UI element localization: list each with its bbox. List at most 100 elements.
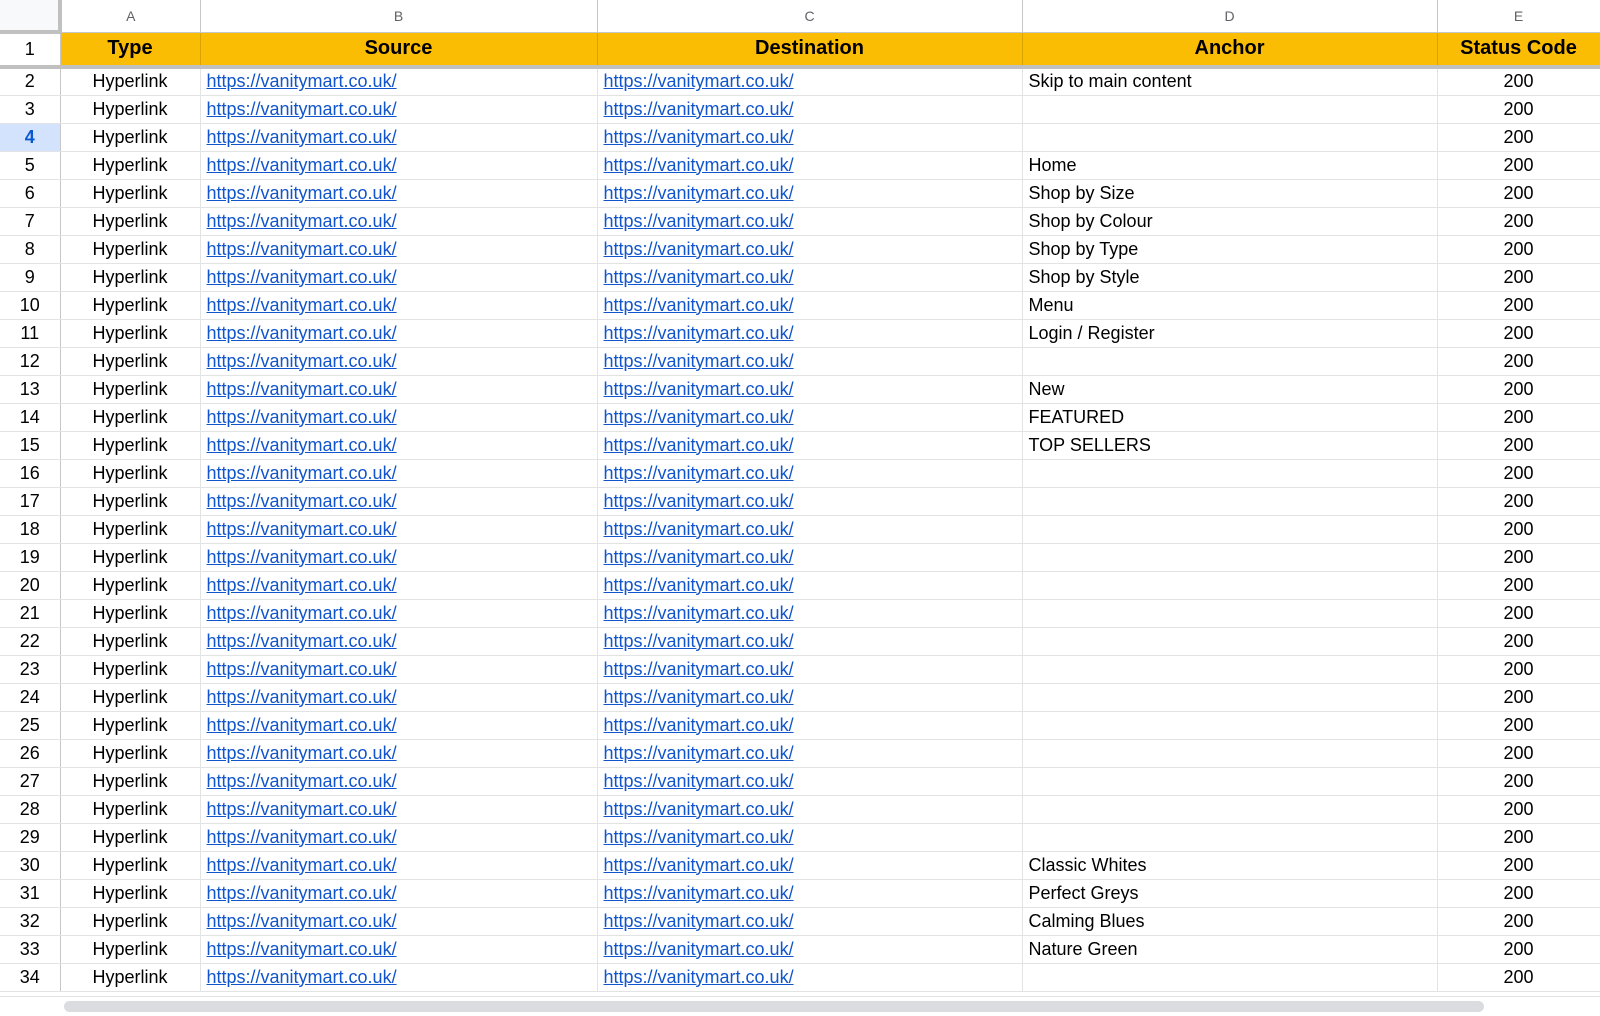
cell-anchor[interactable] bbox=[1022, 683, 1438, 712]
source-link[interactable]: https://vanitymart.co.uk/ bbox=[207, 911, 397, 931]
destination-link[interactable]: https://vanitymart.co.uk/ bbox=[604, 659, 794, 679]
cell-type[interactable]: Hyperlink bbox=[60, 683, 201, 712]
source-link[interactable]: https://vanitymart.co.uk/ bbox=[207, 239, 397, 259]
cell-anchor[interactable] bbox=[1022, 571, 1438, 600]
cell-anchor[interactable] bbox=[1022, 543, 1438, 572]
cell-destination[interactable]: https://vanitymart.co.uk/ bbox=[597, 347, 1023, 376]
destination-link[interactable]: https://vanitymart.co.uk/ bbox=[604, 799, 794, 819]
cell-destination[interactable]: https://vanitymart.co.uk/ bbox=[597, 963, 1023, 992]
destination-link[interactable]: https://vanitymart.co.uk/ bbox=[604, 715, 794, 735]
cell-anchor[interactable] bbox=[1022, 347, 1438, 376]
cell-anchor[interactable] bbox=[1022, 627, 1438, 656]
source-link[interactable]: https://vanitymart.co.uk/ bbox=[207, 687, 397, 707]
cell-destination[interactable]: https://vanitymart.co.uk/ bbox=[597, 459, 1023, 488]
destination-link[interactable]: https://vanitymart.co.uk/ bbox=[604, 239, 794, 259]
cell-source[interactable]: https://vanitymart.co.uk/ bbox=[200, 683, 598, 712]
cell-status-code[interactable]: 200 bbox=[1437, 291, 1600, 320]
row-number[interactable]: 28 bbox=[0, 795, 61, 824]
cell-destination[interactable]: https://vanitymart.co.uk/ bbox=[597, 711, 1023, 740]
cell-status-code[interactable]: 200 bbox=[1437, 431, 1600, 460]
destination-link[interactable]: https://vanitymart.co.uk/ bbox=[604, 743, 794, 763]
cell-type[interactable]: Hyperlink bbox=[60, 487, 201, 516]
cell-type[interactable]: Hyperlink bbox=[60, 851, 201, 880]
row-number[interactable]: 22 bbox=[0, 627, 61, 656]
cell-status-code[interactable]: 200 bbox=[1437, 907, 1600, 936]
cell-status-code[interactable]: 200 bbox=[1437, 543, 1600, 572]
destination-link[interactable]: https://vanitymart.co.uk/ bbox=[604, 127, 794, 147]
cell-source[interactable]: https://vanitymart.co.uk/ bbox=[200, 935, 598, 964]
cell-destination[interactable]: https://vanitymart.co.uk/ bbox=[597, 851, 1023, 880]
cell-destination[interactable]: https://vanitymart.co.uk/ bbox=[597, 935, 1023, 964]
cell-anchor[interactable]: Calming Blues bbox=[1022, 907, 1438, 936]
source-link[interactable]: https://vanitymart.co.uk/ bbox=[207, 127, 397, 147]
source-link[interactable]: https://vanitymart.co.uk/ bbox=[207, 771, 397, 791]
cell-anchor[interactable]: TOP SELLERS bbox=[1022, 431, 1438, 460]
destination-link[interactable]: https://vanitymart.co.uk/ bbox=[604, 71, 794, 91]
cell-source[interactable]: https://vanitymart.co.uk/ bbox=[200, 851, 598, 880]
cell-destination[interactable]: https://vanitymart.co.uk/ bbox=[597, 599, 1023, 628]
cell-type[interactable]: Hyperlink bbox=[60, 795, 201, 824]
destination-link[interactable]: https://vanitymart.co.uk/ bbox=[604, 99, 794, 119]
source-link[interactable]: https://vanitymart.co.uk/ bbox=[207, 603, 397, 623]
row-number[interactable]: 26 bbox=[0, 739, 61, 768]
cell-anchor[interactable] bbox=[1022, 123, 1438, 152]
cell-destination[interactable]: https://vanitymart.co.uk/ bbox=[597, 263, 1023, 292]
cell-source[interactable]: https://vanitymart.co.uk/ bbox=[200, 319, 598, 348]
cell-status-code[interactable]: 200 bbox=[1437, 655, 1600, 684]
row-number[interactable]: 21 bbox=[0, 599, 61, 628]
cell-status-code[interactable]: 200 bbox=[1437, 179, 1600, 208]
cell-destination[interactable]: https://vanitymart.co.uk/ bbox=[597, 823, 1023, 852]
cell-anchor[interactable] bbox=[1022, 459, 1438, 488]
cell-source[interactable]: https://vanitymart.co.uk/ bbox=[200, 739, 598, 768]
cell-anchor[interactable] bbox=[1022, 711, 1438, 740]
cell-destination[interactable]: https://vanitymart.co.uk/ bbox=[597, 907, 1023, 936]
column-header-d[interactable]: D bbox=[1022, 0, 1438, 33]
cell-destination[interactable]: https://vanitymart.co.uk/ bbox=[597, 291, 1023, 320]
cell-destination[interactable]: https://vanitymart.co.uk/ bbox=[597, 767, 1023, 796]
cell-status-code[interactable]: 200 bbox=[1437, 963, 1600, 992]
cell-source[interactable]: https://vanitymart.co.uk/ bbox=[200, 823, 598, 852]
cell-anchor[interactable]: Classic Whites bbox=[1022, 851, 1438, 880]
cell-anchor[interactable] bbox=[1022, 487, 1438, 516]
cell-type[interactable]: Hyperlink bbox=[60, 599, 201, 628]
cell-source[interactable]: https://vanitymart.co.uk/ bbox=[200, 515, 598, 544]
destination-link[interactable]: https://vanitymart.co.uk/ bbox=[604, 323, 794, 343]
cell-source[interactable]: https://vanitymart.co.uk/ bbox=[200, 347, 598, 376]
cell-status-code[interactable]: 200 bbox=[1437, 823, 1600, 852]
header-cell-source[interactable]: Source bbox=[200, 32, 598, 69]
cell-type[interactable]: Hyperlink bbox=[60, 655, 201, 684]
cell-source[interactable]: https://vanitymart.co.uk/ bbox=[200, 963, 598, 992]
cell-destination[interactable]: https://vanitymart.co.uk/ bbox=[597, 67, 1023, 96]
cell-type[interactable]: Hyperlink bbox=[60, 935, 201, 964]
cell-source[interactable]: https://vanitymart.co.uk/ bbox=[200, 627, 598, 656]
cell-anchor[interactable]: Skip to main content bbox=[1022, 67, 1438, 96]
cell-status-code[interactable]: 200 bbox=[1437, 795, 1600, 824]
destination-link[interactable]: https://vanitymart.co.uk/ bbox=[604, 771, 794, 791]
row-number[interactable]: 4 bbox=[0, 123, 61, 152]
row-number[interactable]: 19 bbox=[0, 543, 61, 572]
row-number[interactable]: 6 bbox=[0, 179, 61, 208]
destination-link[interactable]: https://vanitymart.co.uk/ bbox=[604, 855, 794, 875]
row-number[interactable]: 10 bbox=[0, 291, 61, 320]
source-link[interactable]: https://vanitymart.co.uk/ bbox=[207, 827, 397, 847]
source-link[interactable]: https://vanitymart.co.uk/ bbox=[207, 799, 397, 819]
cell-destination[interactable]: https://vanitymart.co.uk/ bbox=[597, 95, 1023, 124]
cell-destination[interactable]: https://vanitymart.co.uk/ bbox=[597, 179, 1023, 208]
source-link[interactable]: https://vanitymart.co.uk/ bbox=[207, 547, 397, 567]
cell-destination[interactable]: https://vanitymart.co.uk/ bbox=[597, 627, 1023, 656]
destination-link[interactable]: https://vanitymart.co.uk/ bbox=[604, 827, 794, 847]
cell-type[interactable]: Hyperlink bbox=[60, 879, 201, 908]
cell-status-code[interactable]: 200 bbox=[1437, 879, 1600, 908]
destination-link[interactable]: https://vanitymart.co.uk/ bbox=[604, 967, 794, 987]
row-number[interactable]: 13 bbox=[0, 375, 61, 404]
source-link[interactable]: https://vanitymart.co.uk/ bbox=[207, 715, 397, 735]
destination-link[interactable]: https://vanitymart.co.uk/ bbox=[604, 519, 794, 539]
cell-anchor[interactable] bbox=[1022, 823, 1438, 852]
destination-link[interactable]: https://vanitymart.co.uk/ bbox=[604, 631, 794, 651]
cell-type[interactable]: Hyperlink bbox=[60, 291, 201, 320]
row-number[interactable]: 8 bbox=[0, 235, 61, 264]
row-number[interactable]: 14 bbox=[0, 403, 61, 432]
header-cell-anchor[interactable]: Anchor bbox=[1022, 32, 1438, 69]
cell-destination[interactable]: https://vanitymart.co.uk/ bbox=[597, 123, 1023, 152]
row-number[interactable]: 23 bbox=[0, 655, 61, 684]
